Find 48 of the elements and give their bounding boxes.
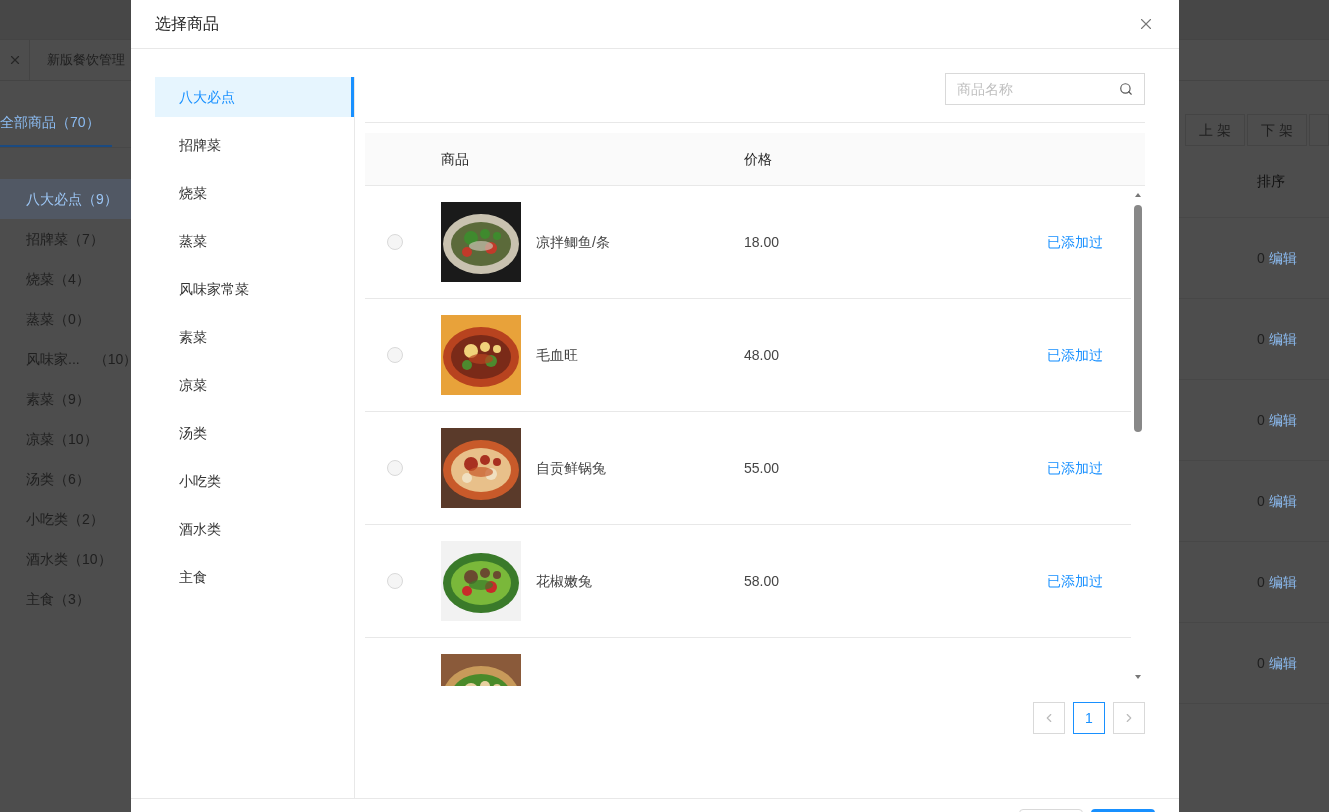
edit-link[interactable]: 编辑 — [1268, 490, 1297, 512]
product-name: 花椒嫩兔 — [536, 571, 593, 591]
category-name: 八大必点 — [26, 189, 82, 209]
radio-button[interactable] — [387, 573, 403, 589]
edit-link[interactable]: 编辑 — [1268, 652, 1297, 674]
radio-button[interactable] — [387, 234, 403, 250]
category-item[interactable]: 素菜 — [155, 317, 354, 357]
category-item[interactable]: 主食 — [155, 557, 354, 597]
column-header: 商品 — [441, 149, 470, 169]
category-item[interactable]: 八大必点 — [155, 77, 354, 117]
next-page-button[interactable] — [1113, 702, 1145, 734]
previous-page-button[interactable] — [1033, 702, 1065, 734]
category-item[interactable]: 小吃类 — [155, 461, 354, 501]
category-item[interactable]: 招牌菜 — [155, 125, 354, 165]
column-header: 排序 — [1257, 172, 1285, 191]
added-link[interactable]: 已添加过 — [1047, 231, 1103, 253]
category-tab[interactable]: 全部商品（70） — [0, 100, 112, 147]
product-name: 自贡鲜锅兔 — [536, 458, 607, 478]
product-price: 48.00 — [744, 345, 781, 365]
scroll-up-icon[interactable] — [1134, 192, 1142, 198]
edit-link[interactable]: 编辑 — [1268, 571, 1297, 593]
category-item[interactable]: 蒸菜 — [155, 221, 354, 261]
edit-link[interactable]: 编辑 — [1268, 328, 1297, 350]
product-price: 58.00 — [744, 571, 781, 591]
scroll-down-icon[interactable] — [1134, 674, 1142, 680]
product-name: 毛血旺 — [536, 345, 579, 365]
added-link[interactable]: 已添加过 — [1047, 457, 1103, 479]
category-item[interactable]: 酒水类 — [155, 509, 354, 549]
edit-link[interactable]: 编辑 — [1268, 409, 1297, 431]
category-item[interactable]: 烧菜 — [155, 173, 354, 213]
page-button[interactable]: 1 — [1073, 702, 1105, 734]
category-item[interactable]: 风味家常菜 — [155, 269, 354, 309]
edit-link[interactable]: 编辑 — [1268, 247, 1297, 269]
dialog-title: 选择商品 — [155, 14, 219, 34]
category-item[interactable]: 八大必点（9） — [0, 179, 131, 219]
category-item[interactable]: 汤类 — [155, 413, 354, 453]
category-count: （9） — [82, 189, 118, 209]
column-header: 价格 — [744, 149, 772, 169]
search-field[interactable]: 商品名称 — [945, 73, 1145, 105]
category-item[interactable]: 凉菜 — [155, 365, 354, 405]
product-price: 18.00 — [744, 232, 781, 252]
added-link[interactable]: 已添加过 — [1047, 344, 1103, 366]
radio-button[interactable] — [387, 347, 403, 363]
added-link[interactable]: 已添加过 — [1047, 570, 1103, 592]
radio-button[interactable] — [387, 460, 403, 476]
product-price: 55.00 — [744, 458, 781, 478]
product-name: 凉拌鲫鱼/条 — [536, 232, 611, 252]
search-icon[interactable] — [1119, 82, 1133, 96]
